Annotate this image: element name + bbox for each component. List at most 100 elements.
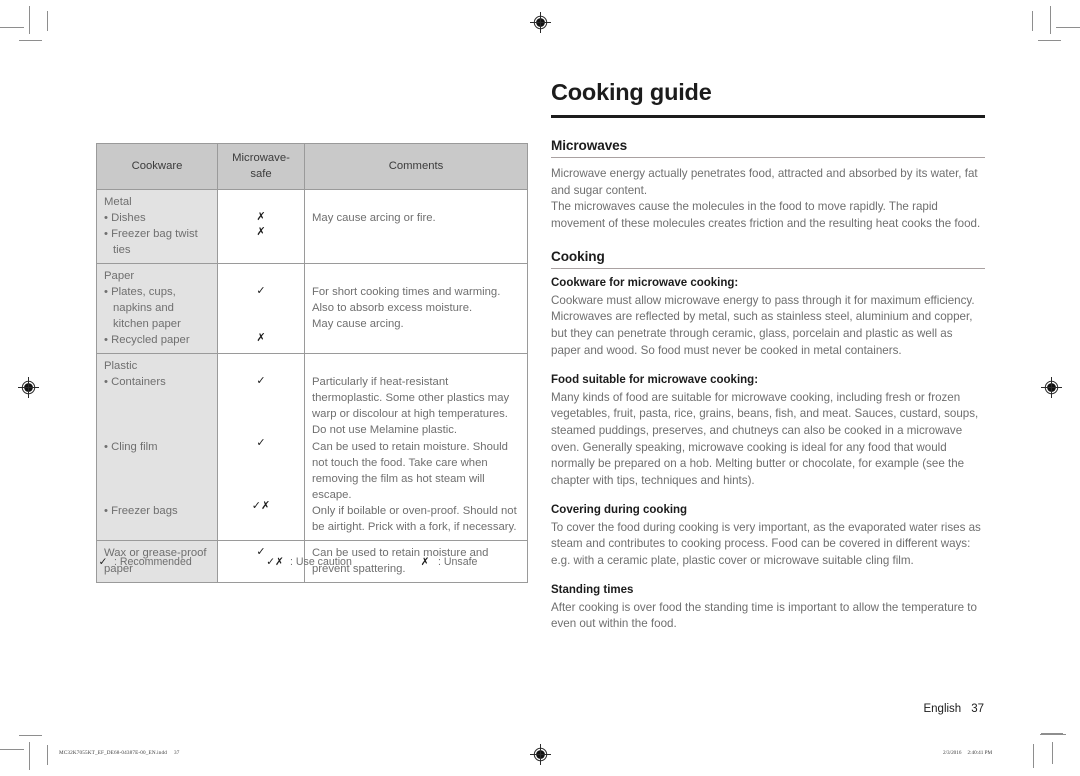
section-divider <box>551 267 985 269</box>
subsection-body: Cookware must allow microwave energy to … <box>551 293 975 357</box>
item-label: Containers <box>104 374 210 390</box>
row-spacer <box>104 487 210 503</box>
column-header-microwave-safe-label: Microwave-safe <box>232 152 290 181</box>
legend-label: : Use caution <box>290 556 352 568</box>
slug-page-number: 37 <box>174 750 180 756</box>
subsection-body: Many kinds of food are suitable for micr… <box>551 390 979 487</box>
table-row: Plastic Containers Cling film Freezer ba… <box>96 353 528 541</box>
section-heading-microwaves: Microwaves <box>551 138 628 154</box>
crop-mark-bottom-left-horizontal <box>19 735 42 736</box>
legend-item-unsafe: ✗ : Unsafe <box>412 556 522 568</box>
row-spacer <box>225 194 297 210</box>
slug-date: 2/3/2016 <box>943 750 962 756</box>
comments-cell: May cause arcing or fire. <box>304 189 528 265</box>
slug-filename: MC32K7055KT_EF_DE68-04387E-00_EN.indd <box>59 750 167 756</box>
safety-mark: ✓✗ <box>251 499 271 512</box>
registration-mark-left <box>18 377 39 398</box>
slug-time: 2:40:41 PM <box>967 750 993 756</box>
crop-mark-top-right-horizontal <box>1038 40 1061 41</box>
row-spacer <box>225 315 297 331</box>
row-spacer <box>312 194 520 210</box>
row-spacer <box>225 268 297 284</box>
row-spacer <box>225 358 297 374</box>
comment-text: May cause arcing. <box>312 318 404 331</box>
row-spacer <box>225 468 297 484</box>
folio-language: English <box>923 703 962 715</box>
subheading: Covering during cooking <box>551 503 688 516</box>
folio: English 37 <box>923 703 984 715</box>
row-spacer <box>104 471 210 487</box>
crop-mark-top-right-inner-horizontal <box>1056 27 1080 28</box>
crop-mark-top-left-horizontal <box>19 40 42 41</box>
row-spacer <box>225 452 297 468</box>
print-slug-timestamp: 2/3/2016 2:40:41 PM <box>943 750 992 756</box>
category-label: Paper <box>104 270 135 283</box>
safety-mark: ✗ <box>256 210 266 223</box>
cookware-table: Cookware Microwave-safe Comments Metal D… <box>96 142 528 583</box>
page-title: Cooking guide <box>551 79 712 105</box>
row-spacer <box>225 390 297 406</box>
safety-mark: ✓ <box>256 374 266 387</box>
subsection-body: To cover the food during cooking is very… <box>551 520 981 568</box>
comment-text: May cause arcing or fire. <box>312 212 436 225</box>
item-label: Recycled paper <box>104 332 210 348</box>
microwave-safe-cell: ✓ ✗ <box>217 263 305 355</box>
section-cooking: Cooking Cookware for microwave cooking: … <box>551 249 985 633</box>
subsection-food-suitable-for-microwave-cooking: Food suitable for microwave cooking: Man… <box>551 374 985 490</box>
crop-mark-top-left-inner-horizontal <box>0 27 24 28</box>
crop-mark-top-right-inner-vertical <box>1032 11 1033 31</box>
comment-text: Only if boilable or oven-proof. Should n… <box>312 504 517 533</box>
registration-mark-top <box>530 12 551 33</box>
row-spacer <box>312 268 520 284</box>
registration-mark-right <box>1041 377 1062 398</box>
crop-mark-bottom-right-inner-vertical <box>1052 742 1053 764</box>
crop-mark-top-right-vertical <box>1050 6 1051 34</box>
microwave-safe-cell: ✗ ✗ <box>217 189 305 265</box>
cookware-cell: Plastic Containers Cling film Freezer ba… <box>96 353 218 541</box>
section-heading-cooking: Cooking <box>551 248 605 264</box>
section-body-microwaves: Microwave energy actually penetrates foo… <box>551 167 981 231</box>
subheading: Cookware for microwave cooking: <box>551 276 739 289</box>
comments-cell: Particularly if heat-resistant thermopla… <box>304 353 528 541</box>
safety-mark: ✓ <box>256 437 266 450</box>
crop-mark-bottom-left-inner-vertical <box>47 745 48 765</box>
row-spacer <box>225 405 297 421</box>
cookware-cell: Metal Dishes Freezer bag twist ties <box>96 189 218 265</box>
row-spacer <box>104 390 210 406</box>
item-label: Plates, cups, napkins and kitchen paper <box>104 284 210 332</box>
table-row: Paper Plates, cups, napkins and kitchen … <box>96 263 528 355</box>
crop-mark-bottom-right-vertical <box>1033 744 1034 768</box>
safety-mark: ✓ <box>256 284 266 297</box>
subheading: Standing times <box>551 583 634 596</box>
row-spacer <box>104 455 210 471</box>
comment-text: Can be used to retain moisture. Should n… <box>312 440 508 501</box>
check-icon: ✓ <box>98 556 108 568</box>
table-header-row: Cookware Microwave-safe Comments <box>96 142 528 191</box>
table-legend: ✓ : Recommended ✓✗ : Use caution ✗ : Uns… <box>92 556 532 568</box>
legend-item-recommended: ✓ : Recommended <box>92 556 260 568</box>
cookware-cell: Paper Plates, cups, napkins and kitchen … <box>96 263 218 355</box>
subsection-covering-during-cooking: Covering during cooking To cover the foo… <box>551 504 985 570</box>
row-spacer <box>225 483 297 499</box>
row-spacer <box>312 358 520 374</box>
section-divider <box>551 157 985 159</box>
comment-text: For short cooking times and warming. Als… <box>312 286 501 315</box>
row-spacer <box>225 299 297 315</box>
microwave-safe-cell: ✓ ✓ ✓✗ <box>217 353 305 541</box>
table-row: Metal Dishes Freezer bag twist ties ✗ ✗ … <box>96 189 528 265</box>
legend-label: : Unsafe <box>438 556 478 568</box>
row-spacer <box>104 422 210 438</box>
check-cross-icon: ✓✗ <box>266 556 284 568</box>
registration-mark-bottom <box>530 744 551 765</box>
item-label: Dishes <box>104 210 210 226</box>
manual-page: Cookware Microwave-safe Comments Metal D… <box>0 0 1080 776</box>
folio-page-number: 37 <box>971 703 984 715</box>
category-label: Plastic <box>104 360 138 373</box>
subsection-body: After cooking is over food the standing … <box>551 600 977 631</box>
item-label: Cling film <box>104 439 210 455</box>
row-spacer <box>104 406 210 422</box>
legend-label: : Recommended <box>114 556 192 568</box>
column-header-comments: Comments <box>304 142 528 191</box>
comments-cell: For short cooking times and warming. Als… <box>304 263 528 355</box>
crop-mark-top-left-vertical <box>29 6 30 34</box>
